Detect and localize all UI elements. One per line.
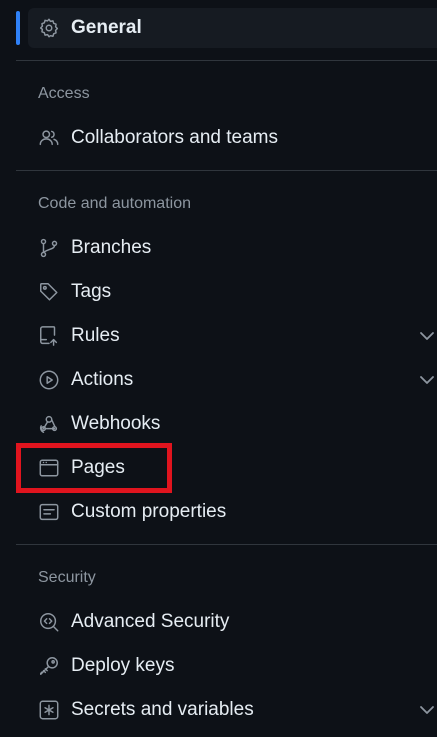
sidebar-item-label: Branches xyxy=(71,237,152,258)
sidebar-item-label: Secrets and variables xyxy=(71,699,254,720)
sidebar-item-general[interactable]: General xyxy=(28,8,437,48)
codescan-icon xyxy=(38,611,60,633)
note-icon xyxy=(38,501,60,523)
sidebar-item-label: General xyxy=(71,17,142,38)
sidebar-item-label: Deploy keys xyxy=(71,655,175,676)
chevron-down-icon[interactable] xyxy=(417,700,437,720)
sidebar-item-tags[interactable]: Tags xyxy=(28,272,437,312)
sidebar-item-custom-properties[interactable]: Custom properties xyxy=(28,492,437,532)
sidebar-item-deploy-keys[interactable]: Deploy keys xyxy=(28,646,437,686)
key-icon xyxy=(38,655,60,677)
sidebar-item-branches[interactable]: Branches xyxy=(28,228,437,268)
sidebar-item-label: Actions xyxy=(71,369,134,390)
git-branch-icon xyxy=(38,237,60,259)
browser-icon xyxy=(38,457,60,479)
asterisk-icon xyxy=(38,699,60,721)
chevron-down-icon[interactable] xyxy=(417,326,437,346)
sidebar-item-pages[interactable]: Pages xyxy=(28,448,437,488)
section-heading-security: Security xyxy=(38,569,96,586)
sidebar-item-webhooks[interactable]: Webhooks xyxy=(28,404,437,444)
chevron-down-icon[interactable] xyxy=(417,370,437,390)
divider xyxy=(16,170,437,171)
active-indicator xyxy=(16,11,20,45)
gear-icon xyxy=(38,17,60,39)
sidebar-item-label: Webhooks xyxy=(71,413,161,434)
sidebar-item-label: Advanced Security xyxy=(71,611,230,632)
sidebar-item-label: Collaborators and teams xyxy=(71,127,278,148)
sidebar-item-label: Custom properties xyxy=(71,501,227,522)
sidebar-item-actions[interactable]: Actions xyxy=(28,360,437,400)
sidebar-item-secrets-variables[interactable]: Secrets and variables xyxy=(28,690,437,730)
settings-sidebar: General Access Collaborators and teams C… xyxy=(16,0,437,737)
sidebar-item-label: Pages xyxy=(71,457,125,478)
sidebar-item-rules[interactable]: Rules xyxy=(28,316,437,356)
section-heading-code-automation: Code and automation xyxy=(38,195,191,212)
sidebar-item-label: Rules xyxy=(71,325,120,346)
divider xyxy=(16,544,437,545)
webhook-icon xyxy=(38,413,60,435)
people-icon xyxy=(38,127,60,149)
tag-icon xyxy=(38,281,60,303)
section-heading-access: Access xyxy=(38,85,90,102)
sidebar-item-label: Tags xyxy=(71,281,112,302)
divider xyxy=(16,60,437,61)
sidebar-item-advanced-security[interactable]: Advanced Security xyxy=(28,602,437,642)
sidebar-item-collaborators[interactable]: Collaborators and teams xyxy=(28,118,437,158)
repo-push-icon xyxy=(38,325,60,347)
play-icon xyxy=(38,369,60,391)
